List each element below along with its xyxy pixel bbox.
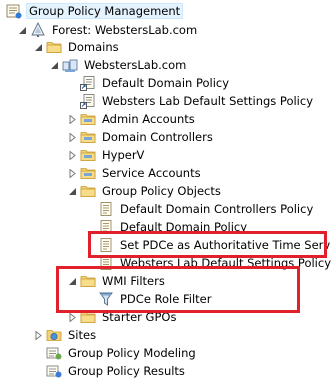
tree-item-websters-default-settings[interactable]: Websters Lab Default Settings Policy	[80, 92, 315, 110]
gpo-link-icon	[80, 75, 96, 91]
collapsed-arrow-icon[interactable]	[34, 331, 43, 340]
tree-forest-label: Forest: WebstersLab.com	[52, 23, 198, 37]
folder-icon	[46, 39, 62, 55]
organizational-unit-icon	[80, 129, 96, 145]
tree-domains[interactable]: Domains	[46, 38, 121, 56]
domain-icon	[62, 57, 78, 73]
sites-icon	[46, 327, 62, 343]
tree-item-label: Group Policy Objects	[102, 184, 221, 198]
gpo-link-icon	[80, 93, 96, 109]
collapsed-arrow-icon[interactable]	[68, 133, 77, 142]
expand-arrow-icon[interactable]	[18, 26, 27, 35]
highlight-box-gpo	[88, 231, 327, 258]
tree-root[interactable]: Group Policy Management	[6, 2, 184, 20]
tree-item-label: Admin Accounts	[102, 112, 195, 126]
forest-icon	[30, 22, 46, 38]
tree-item-gpo-default-dc[interactable]: Default Domain Controllers Policy	[98, 200, 315, 218]
tree-domains-label: Domains	[68, 40, 119, 54]
tree-item-domain-controllers[interactable]: Domain Controllers	[80, 128, 215, 146]
expand-arrow-icon[interactable]	[68, 187, 77, 196]
collapsed-arrow-icon[interactable]	[68, 115, 77, 124]
tree-item-label: Group Policy Modeling	[68, 346, 196, 360]
gpo-scroll-icon	[98, 201, 114, 217]
tree-item-group-policy-objects[interactable]: Group Policy Objects	[80, 182, 223, 200]
expand-arrow-icon[interactable]	[50, 61, 59, 70]
tree-item-modeling[interactable]: Group Policy Modeling	[46, 344, 198, 362]
folder-icon	[80, 183, 96, 199]
tree-domain[interactable]: WebstersLab.com	[62, 56, 188, 74]
collapsed-arrow-icon[interactable]	[68, 151, 77, 160]
collapsed-arrow-icon[interactable]	[68, 313, 77, 322]
tree-item-label: Domain Controllers	[102, 130, 213, 144]
collapsed-arrow-icon[interactable]	[68, 169, 77, 178]
tree-item-results[interactable]: Group Policy Results	[46, 362, 187, 380]
tree-forest[interactable]: Forest: WebstersLab.com	[30, 21, 199, 39]
tree-item-sites[interactable]: Sites	[46, 326, 98, 344]
group-policy-management-icon	[6, 3, 22, 19]
tree-item-label: Group Policy Results	[68, 364, 185, 378]
tree-domain-label: WebstersLab.com	[84, 58, 187, 72]
highlight-box-wmi	[56, 266, 300, 313]
modeling-icon	[46, 345, 62, 361]
organizational-unit-icon	[80, 165, 96, 181]
expand-arrow-icon[interactable]	[34, 43, 43, 52]
tree-item-default-domain-policy[interactable]: Default Domain Policy	[80, 74, 231, 92]
organizational-unit-icon	[80, 147, 96, 163]
tree-item-label: Websters Lab Default Settings Policy	[102, 94, 314, 108]
tree-item-label: HyperV	[102, 148, 145, 162]
tree-item-admin-accounts[interactable]: Admin Accounts	[80, 110, 197, 128]
gpmc-tree: Group Policy Management Forest: Websters…	[0, 0, 331, 387]
organizational-unit-icon	[80, 111, 96, 127]
tree-item-hyperv[interactable]: HyperV	[80, 146, 146, 164]
tree-item-label: Default Domain Policy	[102, 76, 230, 90]
tree-item-label: Sites	[68, 328, 97, 342]
tree-item-label: Service Accounts	[102, 166, 201, 180]
tree-root-label: Group Policy Management	[26, 3, 184, 19]
results-icon	[46, 363, 62, 379]
tree-item-label: Default Domain Controllers Policy	[120, 202, 314, 216]
tree-item-service-accounts[interactable]: Service Accounts	[80, 164, 203, 182]
